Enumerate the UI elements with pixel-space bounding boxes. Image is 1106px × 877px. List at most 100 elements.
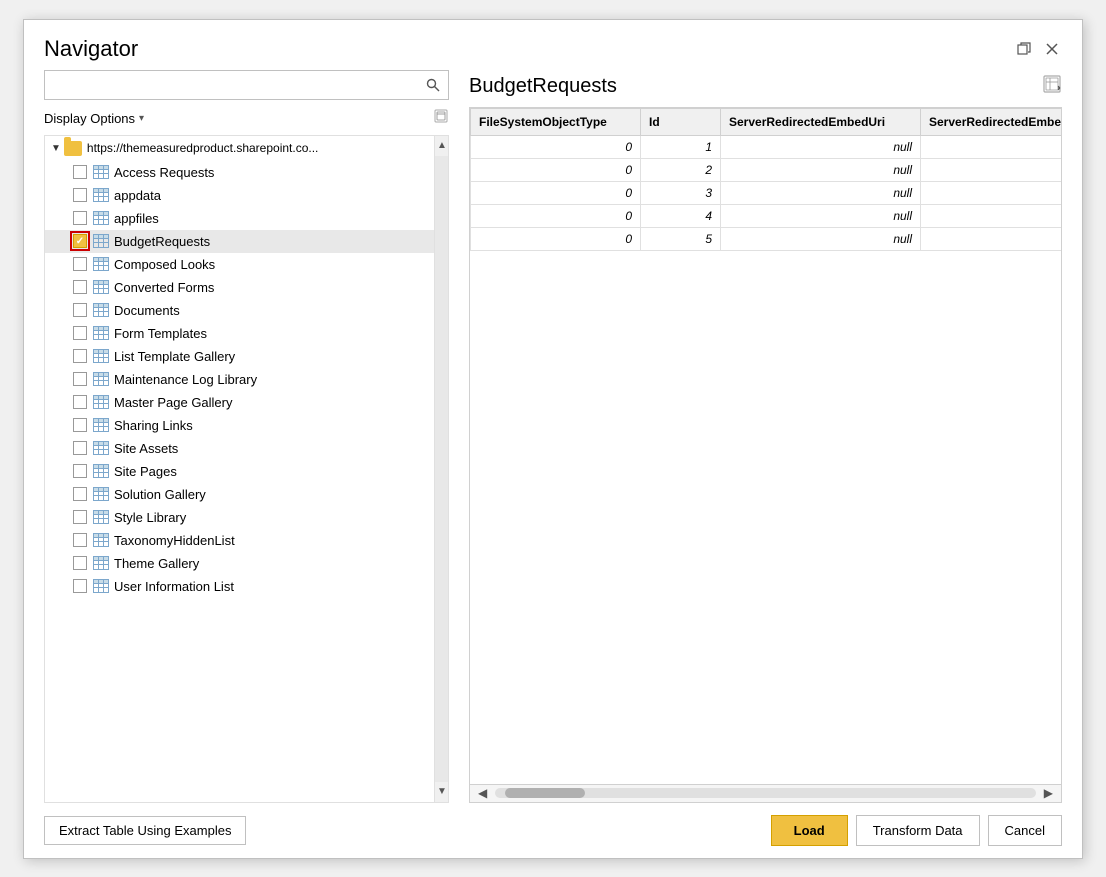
table-cell (921, 227, 1062, 250)
tree-item[interactable]: Composed Looks (45, 253, 434, 276)
table-cell: null (721, 227, 921, 250)
restore-button[interactable] (1014, 39, 1034, 59)
extract-table-button[interactable]: Extract Table Using Examples (44, 816, 246, 845)
title-bar: Navigator (24, 20, 1082, 70)
tree-item[interactable]: Solution Gallery (45, 483, 434, 506)
right-panel: BudgetRequests Fil (449, 70, 1062, 803)
tree-item-checkbox[interactable] (73, 349, 87, 363)
table-cell: 5 (641, 227, 721, 250)
table-cell: 0 (471, 181, 641, 204)
table-icon (93, 234, 109, 248)
tree-item-checkbox[interactable] (73, 372, 87, 386)
tree-item-label: appdata (114, 188, 161, 203)
load-button[interactable]: Load (771, 815, 848, 846)
tree-item-checkbox[interactable] (73, 441, 87, 455)
search-button[interactable] (418, 70, 448, 100)
tree-item[interactable]: List Template Gallery (45, 345, 434, 368)
table-header-cell: Id (641, 108, 721, 135)
table-cell: 0 (471, 227, 641, 250)
table-icon (93, 326, 109, 340)
tree-item-checkbox[interactable] (73, 257, 87, 271)
right-panel-title: BudgetRequests (469, 75, 617, 98)
hscroll-left-button[interactable]: ◀ (474, 786, 491, 800)
tree-item[interactable]: Maintenance Log Library (45, 368, 434, 391)
table-icon (93, 372, 109, 386)
tree-item-checkbox[interactable] (73, 510, 87, 524)
tree-item-checkbox[interactable] (73, 395, 87, 409)
tree-item[interactable]: appfiles (45, 207, 434, 230)
tree-item-checkbox[interactable] (73, 464, 87, 478)
tree-item[interactable]: User Information List (45, 575, 434, 598)
tree-item-checkbox[interactable] (73, 165, 87, 179)
tree-item-label: Maintenance Log Library (114, 372, 257, 387)
table-row: 01null (471, 135, 1062, 158)
tree-item-checkbox[interactable] (73, 234, 87, 248)
table-cell: 3 (641, 181, 721, 204)
tree-scroll[interactable]: ▼ https://themeasuredproduct.sharepoint.… (45, 136, 434, 802)
table-icon (93, 487, 109, 501)
tree-item[interactable]: Sharing Links (45, 414, 434, 437)
refresh-button[interactable] (433, 108, 449, 129)
tree-item-checkbox[interactable] (73, 487, 87, 501)
table-cell: null (721, 158, 921, 181)
table-cell: 0 (471, 158, 641, 181)
tree-item-checkbox[interactable] (73, 418, 87, 432)
tree-item[interactable]: Documents (45, 299, 434, 322)
hscroll-thumb[interactable] (505, 788, 585, 798)
tree-items-container: Access Requests appdata appfiles BudgetR… (45, 161, 434, 598)
tree-item-checkbox[interactable] (73, 533, 87, 547)
table-row: 02null (471, 158, 1062, 181)
tree-item[interactable]: Site Assets (45, 437, 434, 460)
hscroll-right-button[interactable]: ▶ (1040, 786, 1057, 800)
table-header-cell: FileSystemObjectType (471, 108, 641, 135)
tree-item[interactable]: BudgetRequests (45, 230, 434, 253)
hscroll-track[interactable] (495, 788, 1036, 798)
tree-item[interactable]: Master Page Gallery (45, 391, 434, 414)
transform-data-button[interactable]: Transform Data (856, 815, 980, 846)
table-icon (93, 349, 109, 363)
table-options-icon[interactable] (1042, 74, 1062, 99)
display-options-button[interactable]: Display Options ▾ (44, 111, 144, 126)
tree-item-checkbox[interactable] (73, 556, 87, 570)
root-label: https://themeasuredproduct.sharepoint.co… (87, 141, 318, 155)
table-cell: null (721, 135, 921, 158)
table-cell: 1 (641, 135, 721, 158)
tree-item-label: Theme Gallery (114, 556, 199, 571)
scroll-down-button[interactable]: ▼ (435, 782, 449, 802)
tree-item[interactable]: Access Requests (45, 161, 434, 184)
tree-item-checkbox[interactable] (73, 303, 87, 317)
table-icon (93, 280, 109, 294)
tree-item-checkbox[interactable] (73, 280, 87, 294)
table-icon (93, 441, 109, 455)
table-icon (93, 165, 109, 179)
search-input[interactable] (45, 71, 418, 99)
tree-item[interactable]: TaxonomyHiddenList (45, 529, 434, 552)
table-icon (93, 418, 109, 432)
tree-item-label: Site Assets (114, 441, 178, 456)
scroll-up-button[interactable]: ▲ (435, 136, 449, 156)
tree-item[interactable]: Style Library (45, 506, 434, 529)
table-icon (93, 303, 109, 317)
tree-item[interactable]: Site Pages (45, 460, 434, 483)
tree-item-checkbox[interactable] (73, 579, 87, 593)
tree-item[interactable]: Converted Forms (45, 276, 434, 299)
tree-item-label: BudgetRequests (114, 234, 210, 249)
close-button[interactable] (1042, 39, 1062, 59)
tree-root-item[interactable]: ▼ https://themeasuredproduct.sharepoint.… (45, 136, 434, 161)
table-cell: null (721, 181, 921, 204)
window-controls (1014, 39, 1062, 59)
tree-item-label: TaxonomyHiddenList (114, 533, 235, 548)
tree-item[interactable]: Theme Gallery (45, 552, 434, 575)
tree-item[interactable]: Form Templates (45, 322, 434, 345)
tree-item-checkbox[interactable] (73, 211, 87, 225)
table-header-cell: ServerRedirectedEmbed (921, 108, 1062, 135)
tree-item-label: Composed Looks (114, 257, 215, 272)
table-icon (93, 211, 109, 225)
cancel-button[interactable]: Cancel (988, 815, 1062, 846)
tree-item-label: Documents (114, 303, 180, 318)
table-icon (93, 395, 109, 409)
tree-item-checkbox[interactable] (73, 188, 87, 202)
tree-item-checkbox[interactable] (73, 326, 87, 340)
tree-item[interactable]: appdata (45, 184, 434, 207)
tree-item-label: appfiles (114, 211, 159, 226)
